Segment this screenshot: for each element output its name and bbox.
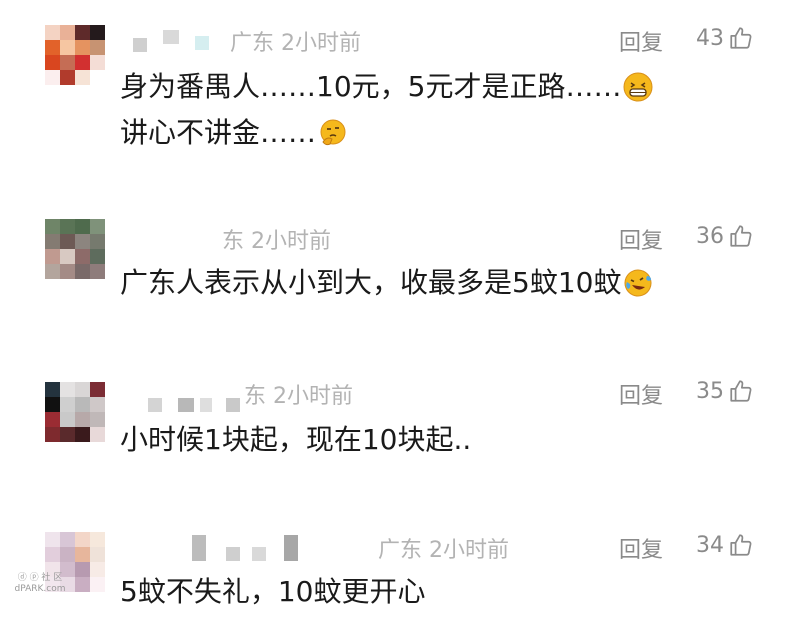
- like-button[interactable]: 36: [696, 223, 754, 249]
- username-blurred[interactable]: [192, 535, 302, 561]
- comment-text: 身为番禺人……10元，5元才是正路…… 讲心不讲金……: [120, 67, 653, 153]
- comment-location-time: 东 2小时前: [222, 229, 331, 254]
- comment-text: 5蚊不失礼，10蚊更开心: [120, 572, 425, 612]
- like-button[interactable]: 35: [696, 378, 754, 404]
- avatar[interactable]: [45, 219, 105, 279]
- reply-button[interactable]: 回复: [619, 378, 663, 410]
- thinking-emoji: [320, 119, 346, 146]
- like-button[interactable]: 34: [696, 532, 754, 558]
- comment-line: 广东人表示从小到大，收最多是5蚊10蚊: [120, 266, 622, 299]
- like-count: 35: [696, 378, 724, 404]
- comment-location-time: 东 2小时前: [244, 384, 353, 409]
- comment-location-time: 广东 2小时前: [230, 31, 361, 56]
- comment-line: 小时候1块起，现在10块起..: [120, 423, 472, 456]
- comment-line: 身为番禺人……10元，5元才是正路……: [120, 70, 622, 103]
- thumbs-up-icon: [730, 380, 752, 402]
- laugh-cry-emoji: [624, 269, 652, 297]
- thumbs-up-icon: [730, 27, 752, 49]
- comment-line: 5蚊不失礼，10蚊更开心: [120, 575, 426, 608]
- comment-location-time: 广东 2小时前: [378, 538, 509, 563]
- avatar[interactable]: [45, 382, 105, 442]
- like-count: 43: [696, 25, 724, 51]
- comment-text: 广东人表示从小到大，收最多是5蚊10蚊: [120, 263, 653, 303]
- reply-button[interactable]: 回复: [619, 532, 663, 564]
- thumbs-up-icon: [730, 225, 752, 247]
- like-count: 34: [696, 532, 724, 558]
- watermark: ⓓ ⓟ 社 区 dPARK.com: [8, 573, 72, 595]
- watermark-line: ⓓ ⓟ 社 区: [17, 573, 63, 583]
- comment-text: 小时候1块起，现在10块起..: [120, 420, 471, 460]
- username-blurred[interactable]: [133, 30, 213, 52]
- thumbs-up-icon: [730, 534, 752, 556]
- username-blurred[interactable]: [148, 398, 240, 414]
- like-button[interactable]: 43: [696, 25, 754, 51]
- avatar[interactable]: [45, 25, 105, 85]
- reply-button[interactable]: 回复: [619, 25, 663, 57]
- comment-line: 讲心不讲金……: [120, 116, 317, 149]
- reply-button[interactable]: 回复: [619, 223, 663, 255]
- watermark-line: dPARK.com: [14, 584, 66, 594]
- grin-emoji: [623, 72, 653, 102]
- like-count: 36: [696, 223, 724, 249]
